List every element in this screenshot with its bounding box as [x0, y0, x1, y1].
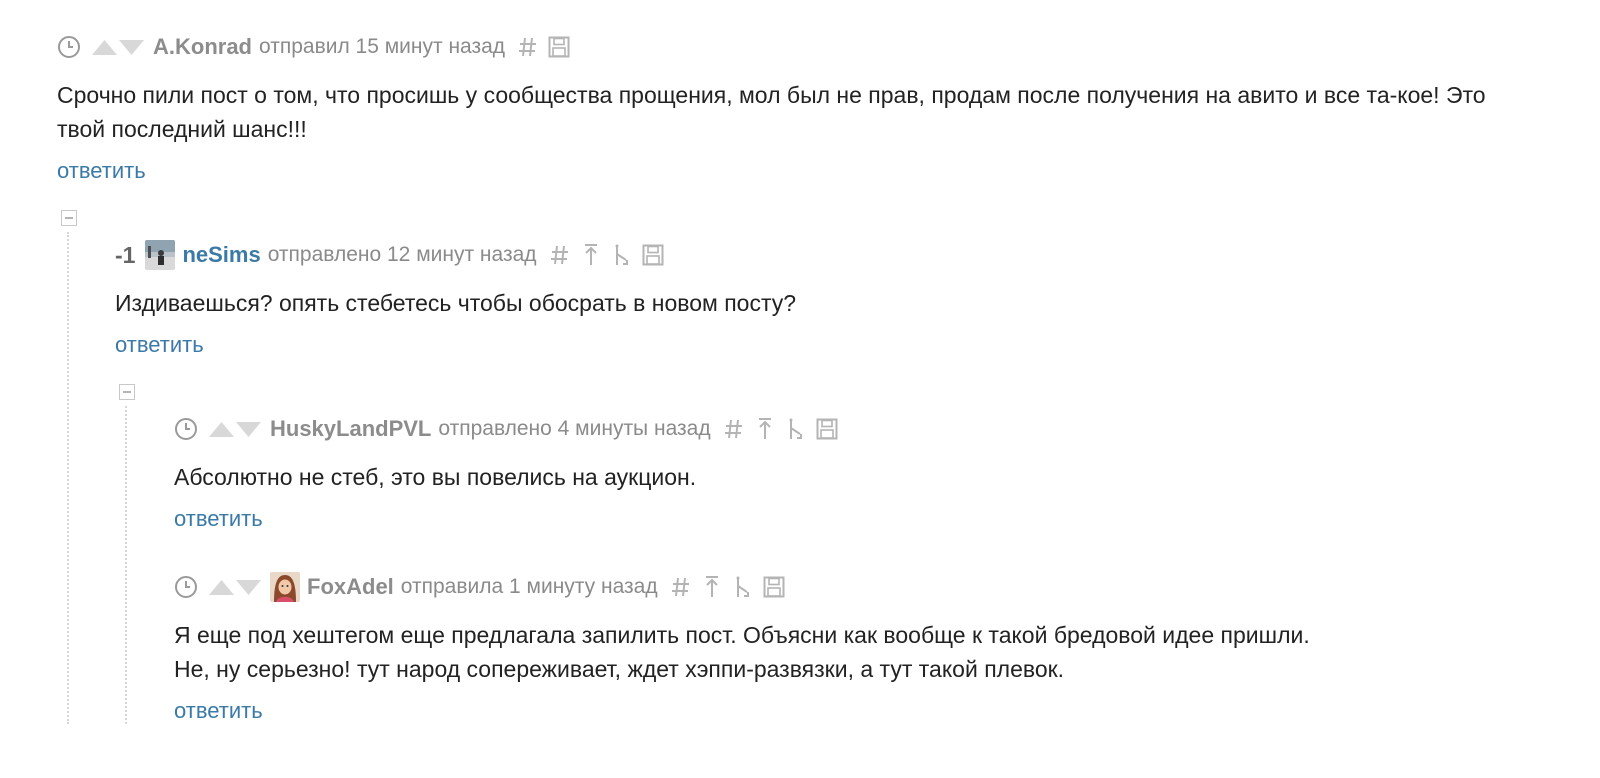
comment-timestamp: отправлено 4 минуты назад: [438, 417, 711, 440]
collapse-icon[interactable]: [119, 384, 135, 400]
save-icon[interactable]: [642, 242, 664, 268]
reply-link[interactable]: ответить: [115, 332, 204, 358]
comment-meta: -1 neSims отправлено 12 минут назад: [115, 240, 1495, 270]
collapse-icon[interactable]: [61, 210, 77, 226]
vote-up-icon[interactable]: [91, 39, 118, 56]
hash-icon[interactable]: [670, 574, 692, 600]
vote-down-icon[interactable]: [235, 421, 262, 438]
reply-link[interactable]: ответить: [174, 506, 263, 532]
comment-text: Издиваешься? опять стебетесь чтобы обоср…: [115, 290, 797, 316]
thread-branch-line: [125, 406, 127, 724]
vote-controls: [208, 579, 262, 596]
clock-icon: [57, 35, 81, 59]
vote-up-icon[interactable]: [208, 421, 235, 438]
go-to-branch-icon[interactable]: [611, 242, 633, 268]
go-to-branch-icon[interactable]: [732, 574, 754, 600]
comment-nesims: -1 neSims отправлено 12 минут назад Изди…: [115, 240, 1495, 358]
comment-author[interactable]: FoxAdel: [307, 574, 394, 600]
comment-timestamp: отправлено 12 минут назад: [267, 243, 537, 266]
clock-icon: [174, 417, 198, 441]
go-to-parent-icon[interactable]: [754, 416, 776, 442]
reply-link[interactable]: ответить: [57, 158, 146, 184]
vote-controls: [91, 39, 145, 56]
vote-down-icon[interactable]: [118, 39, 145, 56]
avatar[interactable]: [270, 572, 300, 602]
comment-text-line: Не, ну серьезно! тут народ сопереживает,…: [174, 656, 1065, 682]
save-icon[interactable]: [763, 574, 785, 600]
comment-text: Абсолютно не стеб, это вы повелись на ау…: [174, 464, 697, 490]
comment-author[interactable]: neSims: [182, 242, 260, 268]
comment-timestamp: отправил 15 минут назад: [259, 35, 506, 58]
comment-akonrad: A.Konrad отправил 15 минут назад Срочно …: [57, 32, 1497, 184]
go-to-branch-icon[interactable]: [785, 416, 807, 442]
go-to-parent-icon[interactable]: [701, 574, 723, 600]
comment-meta: FoxAdel отправила 1 минуту назад: [174, 572, 1494, 602]
comments-thread: A.Konrad отправил 15 минут назад Срочно …: [0, 0, 1600, 778]
comment-rating: -1: [115, 241, 136, 268]
vote-controls: [208, 421, 262, 438]
clock-icon: [174, 575, 198, 599]
vote-up-icon[interactable]: [208, 579, 235, 596]
comment-author[interactable]: A.Konrad: [153, 34, 252, 60]
hash-icon[interactable]: [723, 416, 745, 442]
go-to-parent-icon[interactable]: [580, 242, 602, 268]
comment-meta: HuskyLandPVL отправлено 4 минуты назад: [174, 414, 1494, 444]
save-icon[interactable]: [816, 416, 838, 442]
thread-branch-line: [67, 232, 69, 724]
comment-text: Я еще под хештегом еще предлагала запили…: [174, 618, 1494, 686]
hash-icon[interactable]: [517, 34, 539, 60]
reply-link[interactable]: ответить: [174, 698, 263, 724]
comment-timestamp: отправила 1 минуту назад: [400, 575, 658, 598]
comment-text-line: Я еще под хештегом еще предлагала запили…: [174, 622, 1310, 648]
save-icon[interactable]: [548, 34, 570, 60]
comment-foxadel: FoxAdel отправила 1 минуту назад Я еще п…: [174, 572, 1494, 724]
vote-down-icon[interactable]: [235, 579, 262, 596]
hash-icon[interactable]: [549, 242, 571, 268]
comment-huskylandpvl: HuskyLandPVL отправлено 4 минуты назад А…: [174, 414, 1494, 532]
comment-meta: A.Konrad отправил 15 минут назад: [57, 32, 1497, 62]
avatar[interactable]: [145, 240, 176, 270]
comment-author[interactable]: HuskyLandPVL: [270, 416, 431, 442]
comment-text: Срочно пили пост о том, что просишь у со…: [57, 82, 1486, 142]
